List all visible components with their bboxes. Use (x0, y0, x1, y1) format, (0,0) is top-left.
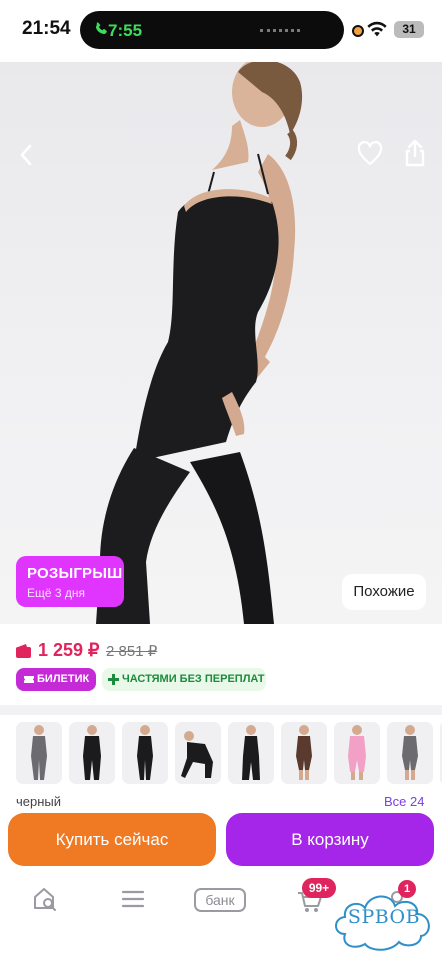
ticket-badge-label: БИЛЕТИК (37, 673, 90, 685)
selected-color-label: черный (16, 794, 62, 809)
giveaway-title: РОЗЫГРЫШ (27, 565, 123, 582)
variant-thumb[interactable] (16, 722, 62, 784)
variant-thumb[interactable] (334, 722, 380, 784)
wifi-icon (367, 21, 387, 37)
dynamic-island[interactable]: 7:55 (80, 11, 344, 49)
share-icon[interactable] (402, 138, 428, 168)
waveform-icon (260, 29, 300, 35)
installments-badge-label: ЧАСТЯМИ БЕЗ ПЕРЕПЛАТ (122, 673, 265, 685)
section-divider (0, 705, 442, 715)
plus-icon (108, 674, 119, 685)
product-image[interactable] (0, 62, 442, 624)
variant-thumb[interactable] (281, 722, 327, 784)
current-price: 1 259 ₽ (38, 640, 100, 660)
back-chevron-icon[interactable] (14, 142, 40, 168)
variant-thumb[interactable] (122, 722, 168, 784)
status-time: 21:54 (22, 18, 71, 39)
variant-thumb[interactable] (69, 722, 115, 784)
status-bar: 21:54 7:55 31 (0, 0, 442, 62)
wallet-icon (16, 644, 31, 658)
similar-button[interactable]: Похожие (342, 574, 426, 610)
watermark-text: SPBOB (347, 906, 421, 928)
installments-badge[interactable]: ЧАСТЯМИ БЕЗ ПЕРЕПЛАТ (102, 668, 266, 691)
all-variants-link[interactable]: Все 24 (384, 794, 424, 809)
variant-thumb[interactable] (228, 722, 274, 784)
favorite-heart-icon[interactable] (356, 140, 384, 168)
variant-thumb[interactable] (387, 722, 433, 784)
giveaway-days-left: Ещё 3 дня (27, 586, 86, 600)
old-price: 2 851 ₽ (106, 643, 158, 660)
ticket-icon (24, 676, 34, 683)
bank-tab[interactable]: банк (194, 888, 246, 912)
home-search-icon[interactable] (32, 886, 58, 912)
variant-thumb[interactable] (175, 722, 221, 784)
giveaway-banner[interactable]: РОЗЫГРЫШ Ещё 3 дня (16, 556, 124, 607)
battery-indicator: 31 (394, 21, 424, 38)
buy-now-button[interactable]: Купить сейчас (8, 813, 216, 866)
call-timer: 7:55 (108, 21, 143, 40)
ticket-badge[interactable]: БИЛЕТИК (16, 668, 96, 691)
recording-indicator-icon (352, 25, 364, 37)
catalog-menu-icon[interactable] (120, 888, 146, 910)
add-to-cart-button[interactable]: В корзину (226, 813, 434, 866)
